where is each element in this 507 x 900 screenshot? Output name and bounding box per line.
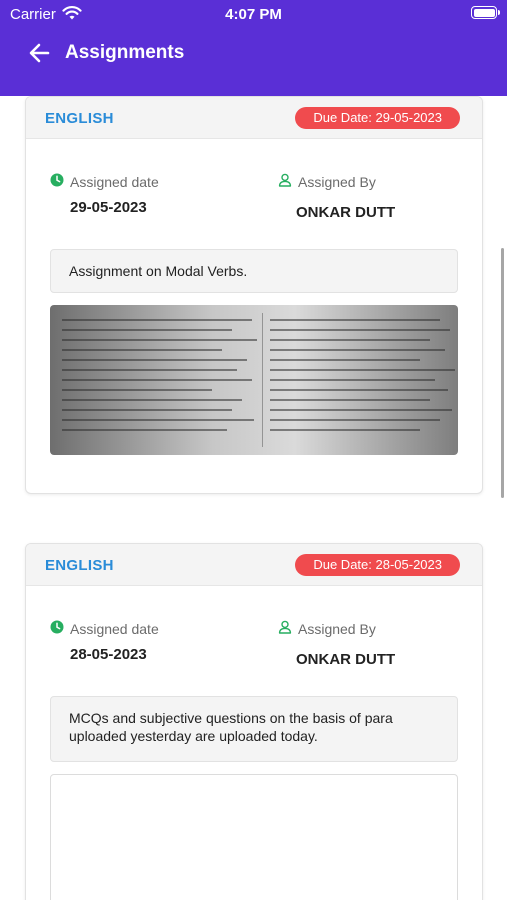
assigned-by-value: ONKAR DUTT [296, 651, 396, 668]
battery-icon [471, 6, 500, 19]
assigned-date-label: Assigned date [70, 173, 159, 190]
assignment-meta: Assigned date 29-05-2023 Assigned By ONK… [26, 139, 482, 249]
back-arrow-icon[interactable] [26, 40, 54, 66]
person-icon [278, 620, 292, 637]
assigned-by-label: Assigned By [298, 173, 376, 190]
subject-label: ENGLISH [45, 110, 114, 127]
person-icon [278, 173, 292, 190]
assigned-by-value: ONKAR DUTT [296, 204, 396, 221]
assignment-description: Assignment on Modal Verbs. [50, 249, 458, 293]
attachment-image[interactable] [50, 305, 458, 455]
assigned-date-value: 29-05-2023 [70, 199, 147, 216]
page-title: Assignments [65, 42, 185, 63]
assignment-card[interactable]: ENGLISH Due Date: 29-05-2023 Assigned da… [25, 96, 483, 494]
card-header: ENGLISH Due Date: 28-05-2023 [26, 544, 482, 586]
due-date-badge: Due Date: 29-05-2023 [295, 107, 460, 129]
clock-time: 4:07 PM [225, 6, 282, 23]
assignment-list[interactable]: ENGLISH Due Date: 29-05-2023 Assigned da… [0, 96, 507, 900]
assigned-date-value: 28-05-2023 [70, 646, 147, 663]
scrollbar[interactable] [501, 248, 504, 498]
subject-label: ENGLISH [45, 557, 114, 574]
clock-icon [50, 620, 64, 637]
assignment-card[interactable]: ENGLISH Due Date: 28-05-2023 Assigned da… [25, 543, 483, 900]
assigned-date-label: Assigned date [70, 620, 159, 637]
card-header: ENGLISH Due Date: 29-05-2023 [26, 97, 482, 139]
status-bar: Carrier 4:07 PM [0, 0, 507, 28]
assignment-meta: Assigned date 28-05-2023 Assigned By ONK… [26, 586, 482, 696]
clock-icon [50, 173, 64, 190]
app-header: Carrier 4:07 PM Assignments [0, 0, 507, 96]
assignment-description: MCQs and subjective questions on the bas… [50, 696, 458, 762]
attachment-placeholder[interactable] [50, 774, 458, 900]
due-date-badge: Due Date: 28-05-2023 [295, 554, 460, 576]
assigned-by-label: Assigned By [298, 620, 376, 637]
